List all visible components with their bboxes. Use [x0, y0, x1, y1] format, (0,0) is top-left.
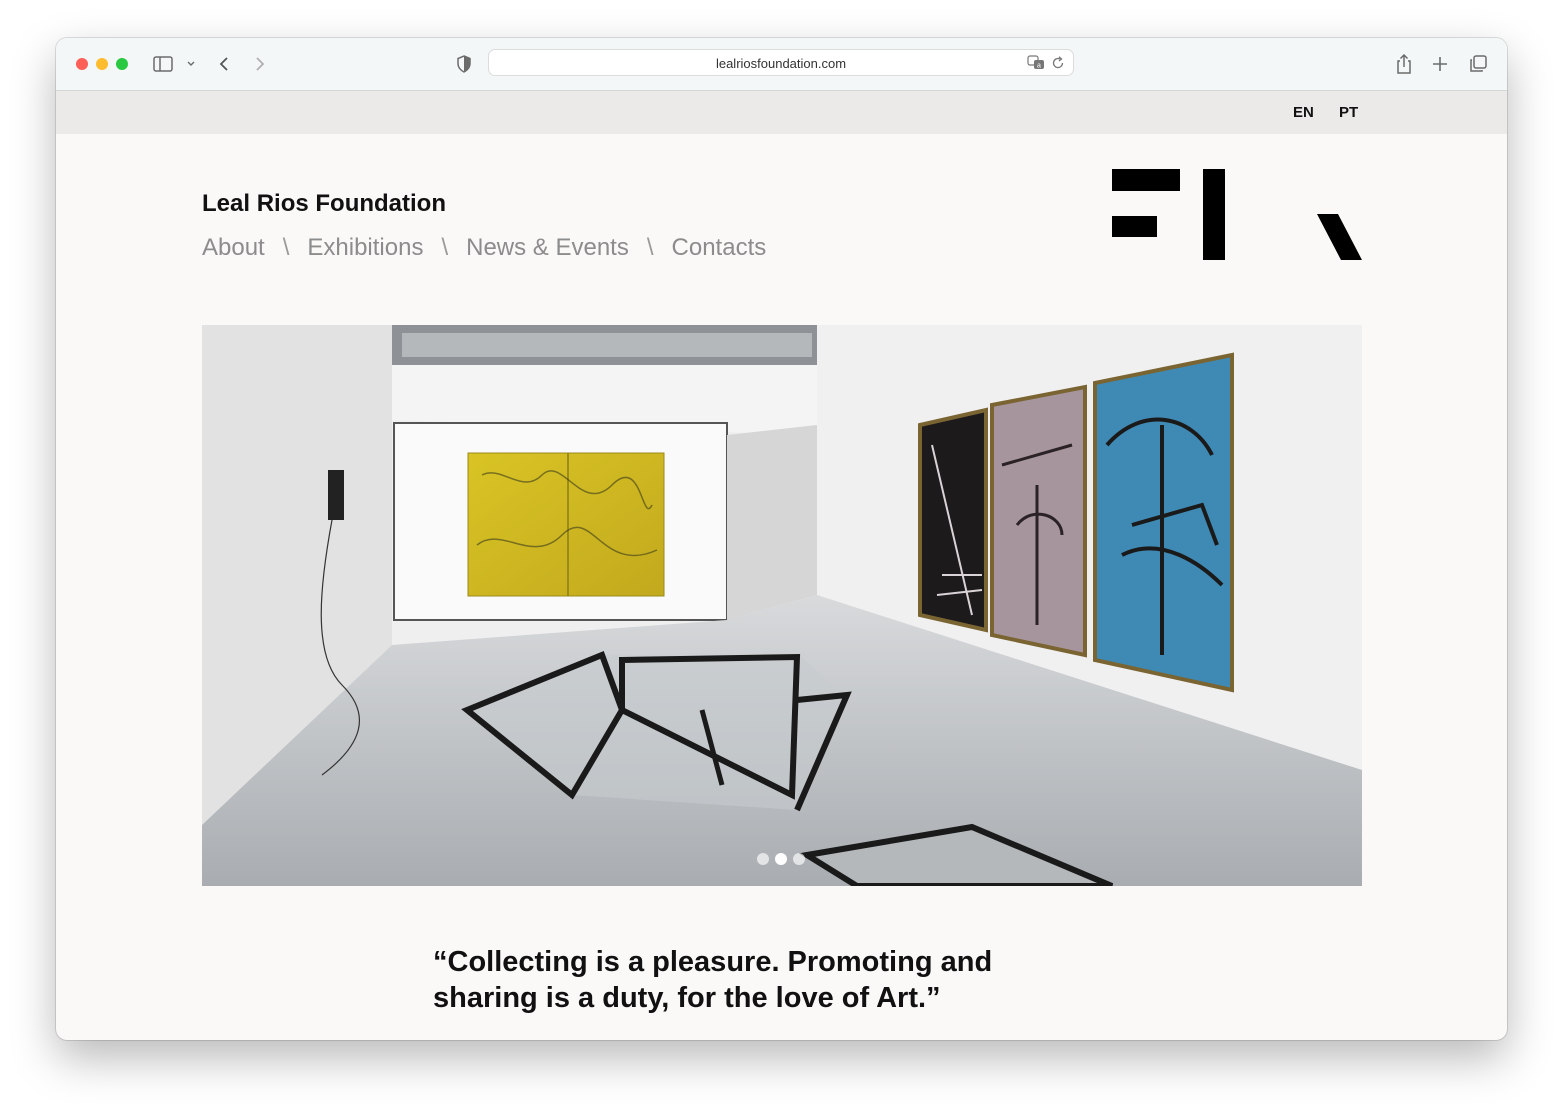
lang-en-link[interactable]: EN	[1293, 104, 1314, 121]
reload-icon[interactable]	[1052, 56, 1065, 75]
address-bar[interactable]: lealriosfoundation.com a	[488, 49, 1074, 76]
browser-toolbar: lealriosfoundation.com a	[56, 38, 1507, 91]
sidebar-icon[interactable]	[152, 52, 174, 76]
back-icon[interactable]	[216, 52, 232, 76]
hero-slideshow[interactable]	[202, 325, 1362, 886]
nav-news-events[interactable]: News & Events	[466, 234, 629, 262]
nav-contacts[interactable]: Contacts	[672, 234, 767, 262]
nav-exhibitions[interactable]: Exhibitions	[307, 234, 423, 262]
zoom-window-button[interactable]	[116, 58, 128, 70]
nav-separator: \	[441, 234, 449, 261]
share-icon[interactable]	[1394, 52, 1414, 76]
close-window-button[interactable]	[76, 58, 88, 70]
minimize-window-button[interactable]	[96, 58, 108, 70]
nav-about[interactable]: About	[202, 234, 265, 262]
slide-dot-2[interactable]	[775, 853, 787, 865]
nav-separator: \	[646, 234, 654, 261]
quote-line-1: “Collecting is a pleasure. Promoting and	[433, 946, 993, 978]
svg-text:a: a	[1037, 63, 1041, 70]
nav-separator: \	[282, 234, 290, 261]
gallery-photo	[202, 325, 1362, 886]
slide-dot-3[interactable]	[793, 853, 805, 865]
shield-icon[interactable]	[455, 52, 473, 76]
language-bar: EN PT	[56, 91, 1507, 134]
translate-icon[interactable]: a	[1027, 55, 1045, 75]
quote-line-2: sharing is a duty, for the love of Art.”	[433, 982, 941, 1014]
site-title[interactable]: Leal Rios Foundation	[202, 190, 446, 218]
url-text: lealriosfoundation.com	[715, 56, 847, 71]
slide-dot-1[interactable]	[757, 853, 769, 865]
foundation-quote: “Collecting is a pleasure. Promoting and…	[433, 944, 1073, 1016]
browser-window: lealriosfoundation.com a EN PT Leal Rios…	[56, 38, 1507, 1040]
foundation-logo[interactable]	[1112, 169, 1362, 266]
new-tab-icon[interactable]	[1430, 52, 1450, 76]
lang-pt-link[interactable]: PT	[1339, 104, 1358, 121]
main-nav: About \ Exhibitions \ News & Events \ Co…	[202, 234, 766, 262]
slideshow-dots	[757, 853, 805, 865]
chevron-down-icon[interactable]	[184, 52, 198, 76]
tabs-overview-icon[interactable]	[1468, 52, 1488, 76]
forward-icon[interactable]	[252, 52, 268, 76]
